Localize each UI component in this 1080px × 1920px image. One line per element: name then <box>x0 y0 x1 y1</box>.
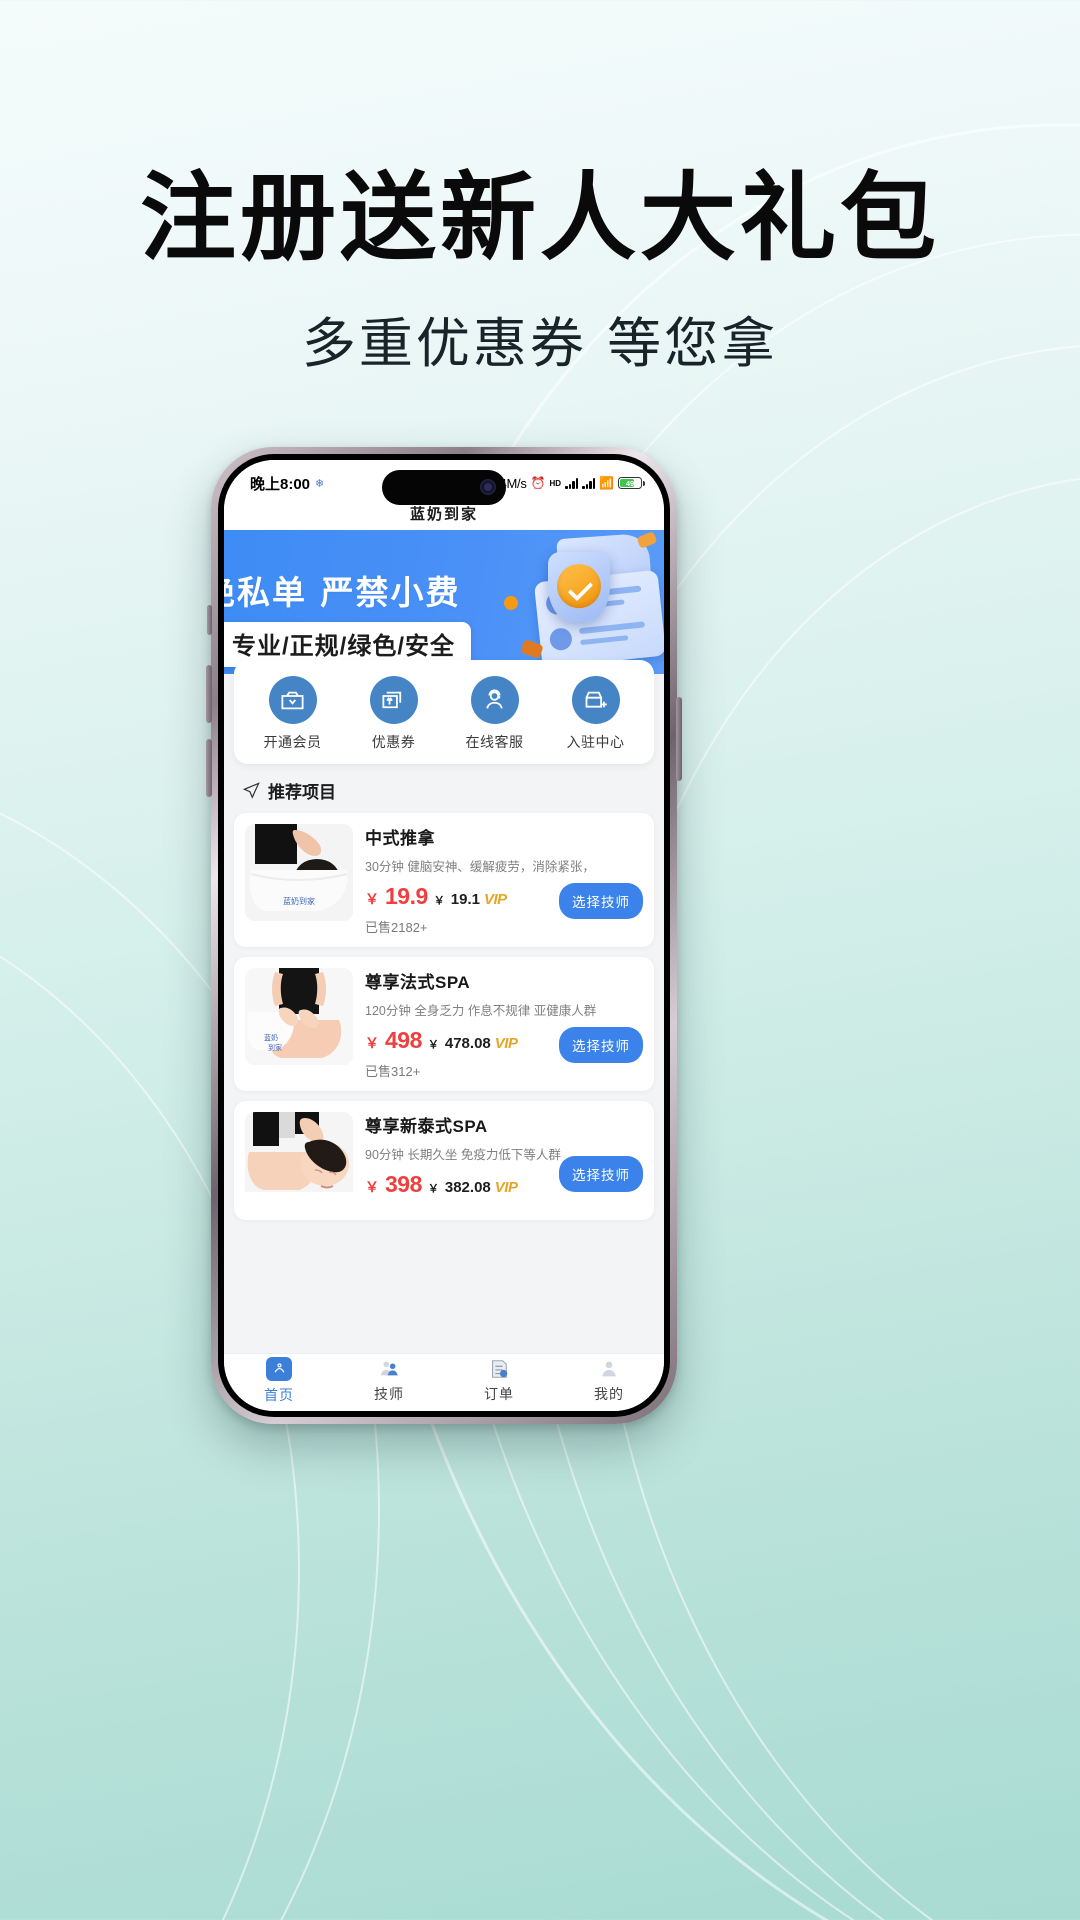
battery-level-label: 49 <box>625 478 635 488</box>
banner-headline: 绝私单 严禁小费 <box>224 573 461 612</box>
product-title: 尊享法式SPA <box>365 973 471 992</box>
product-thumbnail <box>245 1112 353 1209</box>
vip-price-currency: ￥ <box>433 895 445 907</box>
volume-up-button <box>206 665 212 723</box>
svg-text:蓝奶: 蓝奶 <box>264 1033 278 1042</box>
select-technician-button[interactable]: 选择技师 <box>559 1027 643 1063</box>
quick-action-label: 开通会员 <box>263 734 322 750</box>
vip-price-currency: ￥ <box>427 1183 439 1195</box>
volume-down-button <box>206 739 212 797</box>
select-technician-button[interactable]: 选择技师 <box>559 883 643 919</box>
promo-banner[interactable]: 绝私单 严禁小费 专业/正规/绿色/安全 <box>224 530 664 674</box>
product-description: 120分钟 全身乏力 作息不规律 亚健康人群 <box>365 1004 597 1018</box>
tab-label: 订单 <box>484 1385 514 1402</box>
product-sold-count: 已售312+ <box>365 1064 421 1079</box>
quick-action-support[interactable]: 在线客服 <box>444 676 545 752</box>
section-header-recommended: 推荐项目 <box>224 764 664 813</box>
quick-action-label: 入驻中心 <box>566 734 625 750</box>
app-title: 蓝奶到家 <box>224 504 664 530</box>
coupon-icon <box>369 676 418 724</box>
svg-text:到家: 到家 <box>268 1043 282 1052</box>
tab-label: 我的 <box>594 1385 624 1402</box>
vip-price-value: 382.08 <box>444 1179 491 1196</box>
tab-label: 首页 <box>264 1386 294 1403</box>
quick-action-coupon[interactable]: 优惠券 <box>343 676 444 752</box>
masseur-icon <box>380 1361 398 1375</box>
product-card[interactable]: 蓝奶到家 中式推拿 30分钟 健脑安神、缓解疲劳，消除紧张， ￥ 19.9 ￥ … <box>234 813 654 947</box>
signal-bars-icon-2 <box>582 477 596 489</box>
vip-price-currency: ￥ <box>427 1039 439 1051</box>
product-thumbnail: 蓝奶到家 <box>245 824 353 921</box>
page-subtitle: 多重优惠券 等您拿 <box>301 311 779 375</box>
paper-plane-icon <box>242 782 260 799</box>
hero-section: 注册送新人大礼包 多重优惠券 等您拿 <box>0 0 1080 378</box>
product-sold-count: 已售2182+ <box>365 920 428 935</box>
membership-card-icon <box>268 676 317 724</box>
section-title: 推荐项目 <box>268 783 336 802</box>
price-value: 498 <box>385 1027 422 1053</box>
status-bar-time: 晚上8:00 <box>250 475 311 493</box>
price-currency: ￥ <box>365 1179 379 1195</box>
price-currency: ￥ <box>365 1035 379 1051</box>
home-icon <box>266 1356 292 1381</box>
bottom-tab-bar: 首页 技师 订单 我的 <box>224 1353 664 1411</box>
snowflake-icon: ❄ <box>315 477 325 490</box>
price-value: 398 <box>385 1171 422 1197</box>
product-title: 中式推拿 <box>365 829 435 848</box>
page-title: 注册送新人大礼包 <box>140 162 940 274</box>
customer-service-icon <box>470 676 519 724</box>
product-description: 30分钟 健脑安神、缓解疲劳，消除紧张， <box>365 860 595 874</box>
quick-actions: 开通会员 优惠券 在线客服 入驻中心 <box>234 660 654 764</box>
vip-badge: VIP <box>494 1035 518 1052</box>
phone-screen: 晚上8:00 ❄ 3.4M/s ⏰ HD 📶 49 蓝奶到家 绝私单 严禁小费 … <box>224 460 664 1411</box>
product-card[interactable]: 蓝奶 到家 尊享法式SPA 120分钟 全身乏力 作息不规律 亚健康人群 ￥ 4… <box>234 957 654 1091</box>
mute-switch <box>207 605 212 635</box>
battery-icon: 49 <box>618 477 645 489</box>
product-card[interactable]: 尊享新泰式SPA 90分钟 长期久坐 免疫力低下等人群 ￥ 398 ￥ 382.… <box>234 1101 654 1220</box>
vip-price-value: 478.08 <box>444 1035 491 1052</box>
quick-action-label: 优惠券 <box>371 734 416 750</box>
alarm-icon: ⏰ <box>530 476 546 490</box>
store-add-icon <box>571 676 620 724</box>
price-currency: ￥ <box>365 891 379 907</box>
tab-home[interactable]: 首页 <box>224 1356 334 1405</box>
wifi-icon: 📶 <box>599 476 614 490</box>
hd-label: HD <box>549 478 562 488</box>
product-thumbnail: 蓝奶 到家 <box>245 968 353 1065</box>
product-title: 尊享新泰式SPA <box>365 1117 488 1136</box>
svg-text:蓝奶到家: 蓝奶到家 <box>283 896 315 906</box>
user-icon <box>602 1361 616 1376</box>
banner-illustration <box>474 530 664 674</box>
tab-label: 技师 <box>374 1385 404 1402</box>
front-camera-icon <box>480 479 496 495</box>
select-technician-button[interactable]: 选择技师 <box>559 1156 643 1192</box>
tab-profile[interactable]: 我的 <box>554 1358 664 1404</box>
power-button <box>676 697 682 781</box>
tab-orders[interactable]: 订单 <box>444 1358 554 1404</box>
quick-action-membership[interactable]: 开通会员 <box>242 676 343 752</box>
phone-mockup: 晚上8:00 ❄ 3.4M/s ⏰ HD 📶 49 蓝奶到家 绝私单 严禁小费 … <box>206 447 682 1424</box>
price-value: 19.9 <box>385 883 428 909</box>
product-list: 蓝奶到家 中式推拿 30分钟 健脑安神、缓解疲劳，消除紧张， ￥ 19.9 ￥ … <box>224 813 664 1220</box>
quick-action-label: 在线客服 <box>465 734 524 750</box>
dynamic-island <box>382 470 506 505</box>
vip-price-value: 19.1 <box>450 891 480 908</box>
vip-badge: VIP <box>483 891 507 908</box>
order-icon <box>492 1359 508 1378</box>
quick-action-merchant[interactable]: 入驻中心 <box>545 676 646 752</box>
vip-badge: VIP <box>494 1179 518 1196</box>
tab-technician[interactable]: 技师 <box>334 1358 444 1404</box>
signal-bars-icon <box>565 477 579 489</box>
